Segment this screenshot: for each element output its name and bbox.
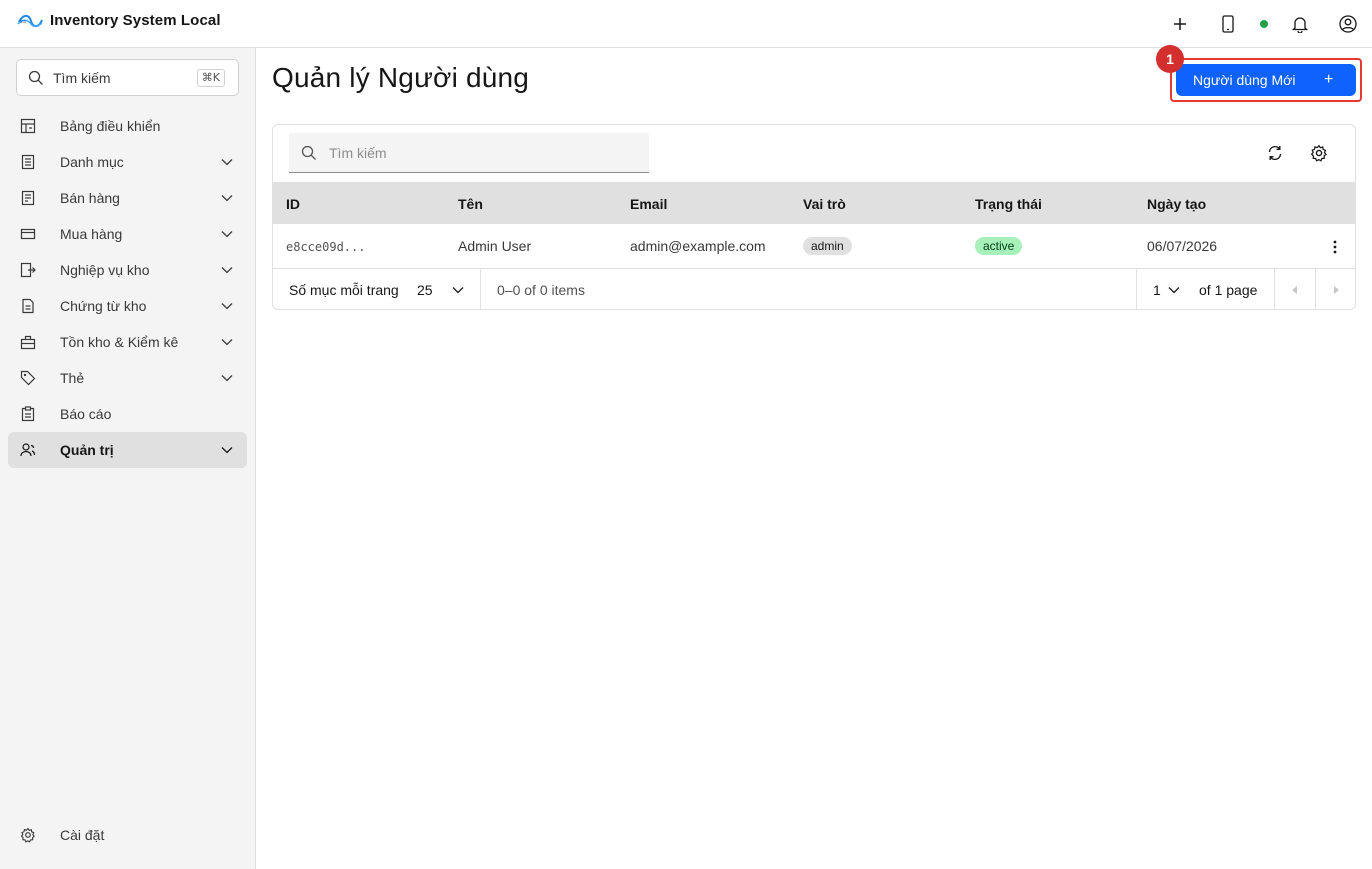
user-avatar-icon[interactable] xyxy=(1336,12,1360,36)
sidebar-item-label: Báo cáo xyxy=(60,406,112,422)
purchase-icon xyxy=(20,228,36,240)
column-header-role[interactable]: Vai trò xyxy=(803,196,846,212)
catalog-icon xyxy=(21,154,35,170)
search-icon xyxy=(28,70,43,85)
pagination: Số mục mỗi trang 25 0–0 of 0 items 1 of … xyxy=(273,269,1355,309)
table-search-input[interactable]: Tìm kiếm xyxy=(289,133,649,173)
items-per-page-label: Số mục mỗi trang xyxy=(289,282,399,298)
table-search-placeholder: Tìm kiếm xyxy=(329,145,387,161)
tag-icon xyxy=(20,370,36,386)
column-header-email[interactable]: Email xyxy=(630,196,667,212)
new-user-button-label: Người dùng Mới xyxy=(1193,72,1296,88)
divider xyxy=(1136,269,1137,309)
next-page-button[interactable] xyxy=(1316,269,1355,309)
page-select[interactable]: 1 xyxy=(1153,282,1161,298)
dashboard-icon xyxy=(20,118,36,134)
sidebar-item-purchase[interactable]: Mua hàng xyxy=(8,216,247,252)
add-icon: + xyxy=(1324,71,1334,88)
chevron-down-icon xyxy=(221,267,233,274)
sidebar-item-settings[interactable]: Cài đặt xyxy=(8,818,247,854)
role-tag: admin xyxy=(803,237,852,255)
sidebar-item-label: Bán hàng xyxy=(60,190,120,206)
tablet-icon[interactable] xyxy=(1216,12,1240,36)
report-icon xyxy=(21,406,35,422)
cell-name: Admin User xyxy=(458,238,532,254)
sidebar-item-label: Nghiệp vụ kho xyxy=(60,262,150,278)
total-pages-text: of 1 page xyxy=(1199,282,1258,298)
sidebar-item-label: Mua hàng xyxy=(60,226,123,242)
document-icon xyxy=(22,298,34,314)
sidebar-item-label: Thẻ xyxy=(60,370,85,386)
new-user-button[interactable]: Người dùng Mới + xyxy=(1176,64,1356,96)
chevron-down-icon[interactable] xyxy=(1167,283,1181,297)
previous-page-button[interactable] xyxy=(1275,269,1315,309)
cell-id: e8cce09d... xyxy=(286,240,366,254)
status-badge: active xyxy=(975,237,1023,255)
settings-label: Cài đặt xyxy=(60,827,105,843)
sidebar-item-warehouse-documents[interactable]: Chứng từ kho xyxy=(8,288,247,324)
add-icon[interactable] xyxy=(1168,12,1192,36)
chevron-down-icon xyxy=(221,447,233,454)
column-header-created[interactable]: Ngày tạo xyxy=(1147,196,1206,212)
table-row[interactable]: e8cce09d... Admin User admin@example.com… xyxy=(273,224,1355,269)
top-header: Inv Inventory System Local xyxy=(0,0,1372,48)
search-shortcut: ⌘K xyxy=(196,69,225,87)
status-indicator-icon xyxy=(1260,20,1268,28)
cell-email: admin@example.com xyxy=(630,238,766,254)
refresh-icon[interactable] xyxy=(1266,144,1284,162)
sidebar-item-sales[interactable]: Bán hàng xyxy=(8,180,247,216)
chevron-down-icon xyxy=(221,195,233,202)
items-range-text: 0–0 of 0 items xyxy=(497,282,585,298)
chevron-down-icon xyxy=(221,339,233,346)
sidebar-item-label: Danh mục xyxy=(60,154,124,170)
app-logo: Inv xyxy=(17,14,43,28)
chevron-down-icon xyxy=(221,375,233,382)
sidebar-search-label: Tìm kiếm xyxy=(53,70,111,86)
inventory-icon xyxy=(20,335,36,350)
app-title[interactable]: Inventory System Local xyxy=(50,12,221,29)
sidebar-search[interactable]: Tìm kiếm ⌘K xyxy=(16,59,239,96)
items-per-page-select[interactable]: 25 xyxy=(417,282,433,298)
caret-left-icon xyxy=(1292,285,1297,294)
sidebar-item-tags[interactable]: Thẻ xyxy=(8,360,247,396)
sidebar-item-catalog[interactable]: Danh mục xyxy=(8,144,247,180)
chevron-down-icon xyxy=(221,231,233,238)
divider xyxy=(480,269,481,309)
chevron-down-icon[interactable] xyxy=(451,283,465,297)
sidebar-item-label: Tồn kho & Kiểm kê xyxy=(60,334,179,350)
annotation-badge: 1 xyxy=(1156,45,1184,73)
sidebar-item-dashboard[interactable]: Bảng điều khiển xyxy=(8,108,247,144)
sidebar-item-admin[interactable]: Quản trị xyxy=(8,432,247,468)
page-title: Quản lý Người dùng xyxy=(272,62,530,93)
admin-icon xyxy=(20,443,36,457)
sidebar-item-label: Quản trị xyxy=(60,442,114,458)
column-header-name[interactable]: Tên xyxy=(458,196,483,212)
chevron-down-icon xyxy=(221,159,233,166)
caret-right-icon xyxy=(1334,285,1339,294)
sidebar-item-inventory[interactable]: Tồn kho & Kiểm kê xyxy=(8,324,247,360)
sales-icon xyxy=(21,190,35,206)
cell-created: 06/07/2026 xyxy=(1147,238,1218,254)
sidebar-item-label: Bảng điều khiển xyxy=(60,118,161,134)
users-table-card: Tìm kiếm ID Tên Email Vai trò Trạng thái… xyxy=(272,124,1356,310)
chevron-down-icon xyxy=(221,303,233,310)
search-icon xyxy=(301,145,316,160)
overflow-menu-icon[interactable] xyxy=(1325,237,1345,257)
table-header: ID Tên Email Vai trò Trạng thái Ngày tạo xyxy=(273,182,1355,224)
warehouse-ops-icon xyxy=(20,262,36,278)
column-header-status[interactable]: Trạng thái xyxy=(975,196,1042,212)
gear-icon xyxy=(20,827,35,843)
sidebar-item-reports[interactable]: Báo cáo xyxy=(8,396,247,432)
notification-icon[interactable] xyxy=(1288,12,1312,36)
svg-text:Inv: Inv xyxy=(20,19,27,24)
sidebar-item-warehouse-ops[interactable]: Nghiệp vụ kho xyxy=(8,252,247,288)
gear-icon[interactable] xyxy=(1310,144,1328,162)
sidebar-item-label: Chứng từ kho xyxy=(60,298,147,314)
column-header-id[interactable]: ID xyxy=(286,196,300,212)
